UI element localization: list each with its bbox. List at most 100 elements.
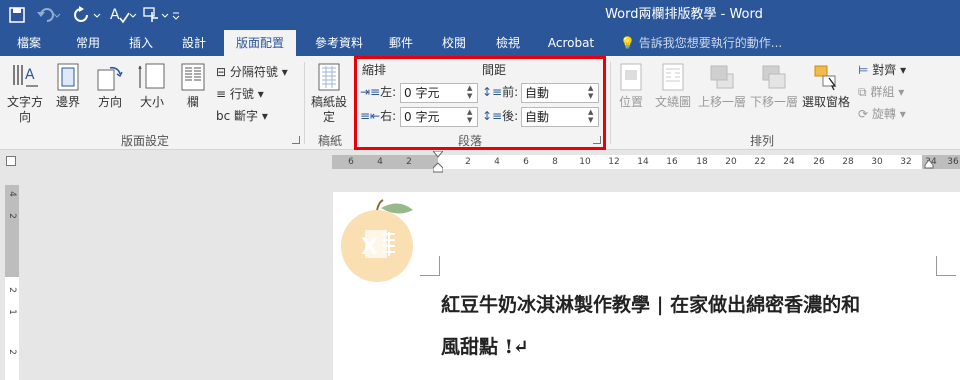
columns-label: 欄 <box>186 95 199 109</box>
selection-pane-label: 選取窗格 <box>801 95 850 109</box>
svg-text:A: A <box>110 7 120 23</box>
align-label: 對齊 <box>872 63 897 77</box>
ruler-tick: 2 <box>7 349 17 355</box>
send-backward-button[interactable]: 下移一層 <box>748 62 800 110</box>
tell-me-box[interactable]: 💡 告訴我您想要執行的動作... <box>620 30 782 56</box>
wrap-text-icon <box>662 63 684 91</box>
hyphenation-button[interactable]: bc 斷字 ▾ <box>216 106 268 126</box>
selection-pane-button[interactable]: 選取窗格 <box>800 62 852 110</box>
rotate-label: 旋轉 <box>871 107 896 121</box>
horizontal-ruler[interactable]: 6 4 2 2 4 6 8 10 12 14 16 18 20 22 24 26… <box>332 151 960 173</box>
wrap-text-button[interactable]: 文繞圖 <box>652 62 694 110</box>
bring-forward-label: 上移一層 <box>697 95 746 109</box>
orientation-icon <box>97 66 123 91</box>
position-icon <box>620 63 642 91</box>
send-backward-label: 下移一層 <box>749 95 798 109</box>
group-separator <box>304 62 305 144</box>
position-label: 位置 <box>618 95 643 109</box>
ruler-tick: 4 <box>7 191 17 197</box>
rotate-button[interactable]: ⟳ 旋轉 ▾ <box>858 104 906 124</box>
document-heading[interactable]: 紅豆牛奶冰淇淋製作教學 | 在家做出綿密香濃的和 風甜點 !↵ <box>441 284 941 368</box>
ruler-tick: 16 <box>666 157 678 167</box>
line-numbers-label: 行號 <box>229 87 254 101</box>
undo-icon[interactable] <box>36 0 66 30</box>
highlight-box <box>354 56 606 150</box>
repeat-icon[interactable] <box>74 0 106 30</box>
align-button[interactable]: ⊨ 對齊 ▾ <box>858 60 906 80</box>
crop-mark-left <box>420 256 440 276</box>
ruler-tick: 26 <box>813 157 825 167</box>
columns-icon <box>181 63 205 91</box>
bring-forward-button[interactable]: 上移一層 <box>696 62 748 110</box>
tab-design[interactable]: 設計 <box>168 30 220 56</box>
group-label: 群組 <box>870 85 895 99</box>
ruler-tick: 6 <box>523 157 529 167</box>
heading-line-1: 紅豆牛奶冰淇淋製作教學 | 在家做出綿密香濃的和 <box>441 294 861 316</box>
indent-marker-icon[interactable] <box>433 151 443 173</box>
svg-text:A: A <box>25 67 35 83</box>
ruler-tick: 30 <box>871 157 883 167</box>
ruler-tick: 2 <box>406 157 412 167</box>
columns-button[interactable]: 欄 <box>178 62 208 110</box>
tab-view[interactable]: 檢視 <box>484 30 532 56</box>
line-numbers-icon: ≡ <box>216 87 227 101</box>
lightbulb-icon: 💡 <box>620 36 635 50</box>
crop-mark-right <box>936 256 956 276</box>
page-setup-launcher-icon[interactable] <box>292 136 300 144</box>
spellcheck-icon[interactable]: A <box>110 0 138 30</box>
arrange-group-label: 排列 <box>749 134 774 148</box>
vertical-ruler[interactable]: 4 2 2 1 2 <box>5 185 19 380</box>
margins-button[interactable]: 邊界 <box>50 62 86 110</box>
manuscript-group-label: 稿紙 <box>317 134 342 148</box>
ruler-tick: 20 <box>725 157 737 167</box>
line-numbers-button[interactable]: ≡ 行號 ▾ <box>216 84 264 104</box>
bring-forward-icon <box>710 65 734 89</box>
ruler-tick: 2 <box>465 157 471 167</box>
breaks-button[interactable]: ⊟ 分隔符號 ▾ <box>216 62 288 82</box>
ruler-tick: 18 <box>696 157 708 167</box>
tab-insert[interactable]: 插入 <box>116 30 166 56</box>
text-direction-icon: A <box>13 65 38 87</box>
excel-orange-logo: X <box>341 199 413 282</box>
ruler-tick: 8 <box>552 157 558 167</box>
position-button[interactable]: 位置 <box>614 62 648 110</box>
orientation-button[interactable]: 方向 <box>92 62 128 110</box>
ruler-tick: 24 <box>783 157 795 167</box>
save-icon[interactable] <box>8 0 30 30</box>
ruler-tick: 36 <box>947 157 959 167</box>
align-icon: ⊨ <box>858 63 869 77</box>
title-bar: A Word兩欄排版教學 - Word <box>0 0 960 30</box>
ribbon-tabs: 檔案 常用 插入 設計 版面配置 參考資料 郵件 校閱 檢視 Acrobat 💡… <box>0 30 960 56</box>
ruler-tick: 22 <box>754 157 766 167</box>
tab-mailings[interactable]: 郵件 <box>378 30 424 56</box>
selection-pane-icon <box>814 65 837 91</box>
tab-layout[interactable]: 版面配置 <box>224 30 296 56</box>
ruler-tick: 4 <box>494 157 500 167</box>
heading-line-2: 風甜點 !↵ <box>441 336 529 358</box>
manuscript-settings-button[interactable]: 稿紙設定 <box>310 62 348 125</box>
ruler-tick: 4 <box>377 157 383 167</box>
ruler-tick: 1 <box>7 309 17 315</box>
tab-references[interactable]: 參考資料 <box>304 30 374 56</box>
window-title: Word兩欄排版教學 - Word <box>605 7 763 22</box>
breaks-icon: ⊟ <box>216 65 227 79</box>
group-icon: ⧉ <box>858 85 867 99</box>
send-backward-icon <box>762 65 786 89</box>
ruler-tick: 12 <box>608 157 620 167</box>
page-setup-group-label: 版面設定 <box>120 134 169 148</box>
manuscript-icon <box>318 63 340 91</box>
tab-file[interactable]: 檔案 <box>0 30 58 56</box>
group-button[interactable]: ⧉ 群組 ▾ <box>858 82 904 102</box>
right-indent-marker-icon[interactable] <box>924 159 934 169</box>
tab-review[interactable]: 校閱 <box>430 30 478 56</box>
ruler-tick: 32 <box>900 157 912 167</box>
tab-selector-icon[interactable] <box>6 156 16 166</box>
text-direction-button[interactable]: A 文字方向 <box>4 62 46 125</box>
hyphenation-label: 斷字 <box>234 109 259 123</box>
touch-mode-icon[interactable] <box>142 0 182 30</box>
tab-home[interactable]: 常用 <box>62 30 114 56</box>
tab-acrobat[interactable]: Acrobat <box>538 30 604 56</box>
size-button[interactable]: 大小 <box>134 62 170 110</box>
ruler-tick: 14 <box>637 157 649 167</box>
document-page[interactable]: X 紅豆牛奶冰淇淋製作教學 | 在家做出綿密香濃的和 風甜點 !↵ <box>333 192 960 380</box>
